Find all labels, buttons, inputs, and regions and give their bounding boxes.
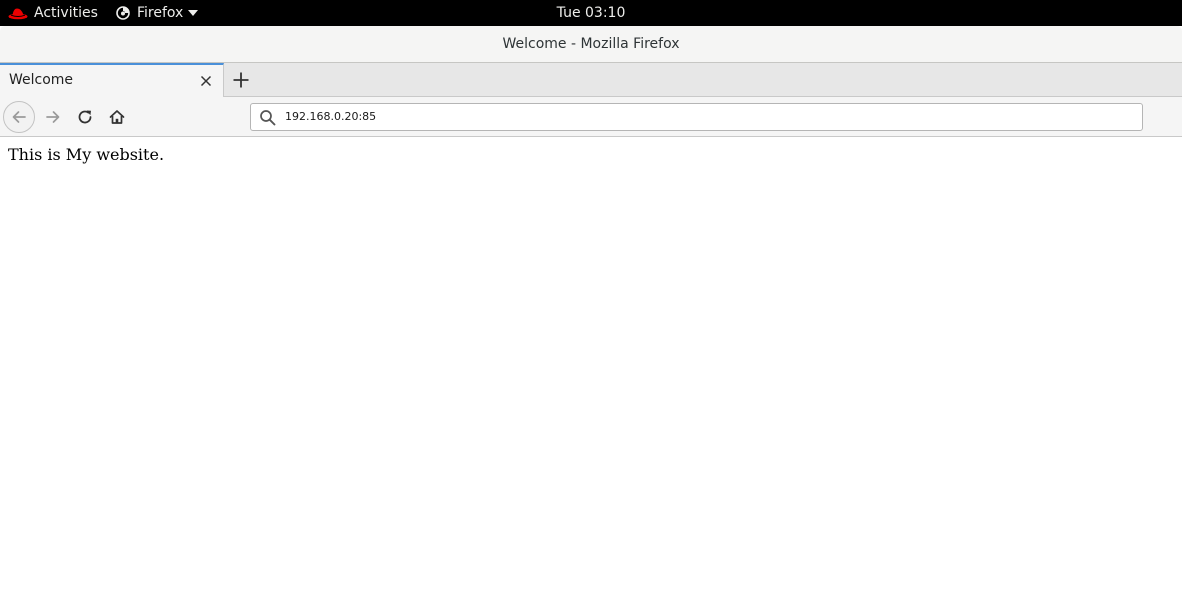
tab-welcome[interactable]: Welcome	[0, 63, 224, 97]
forward-arrow-icon	[46, 111, 60, 123]
home-button[interactable]	[101, 101, 133, 133]
app-menu-label: Firefox	[137, 5, 184, 21]
page-content: This is My website.	[0, 137, 1182, 592]
forward-button[interactable]	[37, 101, 69, 133]
plus-icon[interactable]	[231, 70, 251, 90]
app-menu-button[interactable]: Firefox	[116, 0, 199, 26]
gnome-top-bar: Activities Firefox Tue 03:10	[0, 0, 1182, 26]
home-icon	[109, 110, 125, 124]
window-title-bar[interactable]: Welcome - Mozilla Firefox	[0, 26, 1182, 63]
clock[interactable]: Tue 03:10	[557, 5, 626, 21]
reload-button[interactable]	[69, 101, 101, 133]
tab-label: Welcome	[9, 72, 74, 88]
caret-down-icon	[188, 10, 199, 16]
firefox-icon	[116, 6, 130, 20]
url-text[interactable]: 192.168.0.20:85	[285, 110, 376, 123]
activities-label: Activities	[34, 5, 98, 21]
back-arrow-icon	[12, 111, 26, 123]
page-body-text: This is My website.	[8, 145, 165, 164]
redhat-logo-icon	[8, 8, 28, 20]
url-bar[interactable]: 192.168.0.20:85	[250, 103, 1143, 131]
window-title: Welcome - Mozilla Firefox	[502, 36, 680, 52]
navigation-toolbar: 192.168.0.20:85	[0, 97, 1182, 137]
reload-icon	[78, 110, 92, 124]
tab-strip: Welcome	[0, 63, 1182, 97]
close-icon[interactable]	[199, 74, 213, 88]
search-icon	[260, 110, 276, 126]
back-button[interactable]	[3, 101, 35, 133]
activities-button[interactable]: Activities	[8, 0, 98, 26]
